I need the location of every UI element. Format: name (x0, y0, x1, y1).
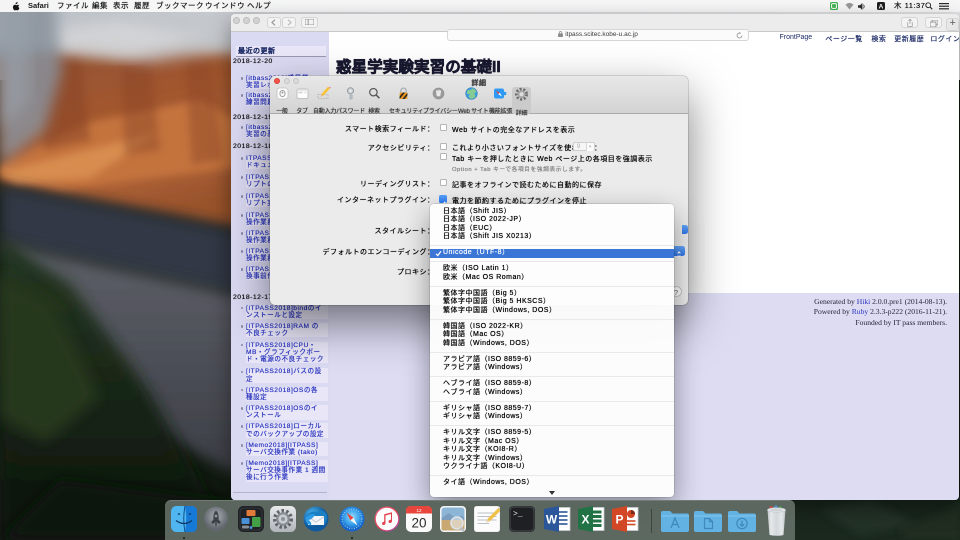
svg-text:>_: >_ (513, 510, 523, 519)
svg-text:20: 20 (411, 515, 426, 530)
svg-text:X: X (581, 512, 589, 526)
svg-text:A: A (879, 3, 884, 10)
svg-text:P: P (615, 512, 623, 526)
svg-text:12: 12 (416, 507, 422, 512)
svg-text:W: W (546, 512, 558, 526)
